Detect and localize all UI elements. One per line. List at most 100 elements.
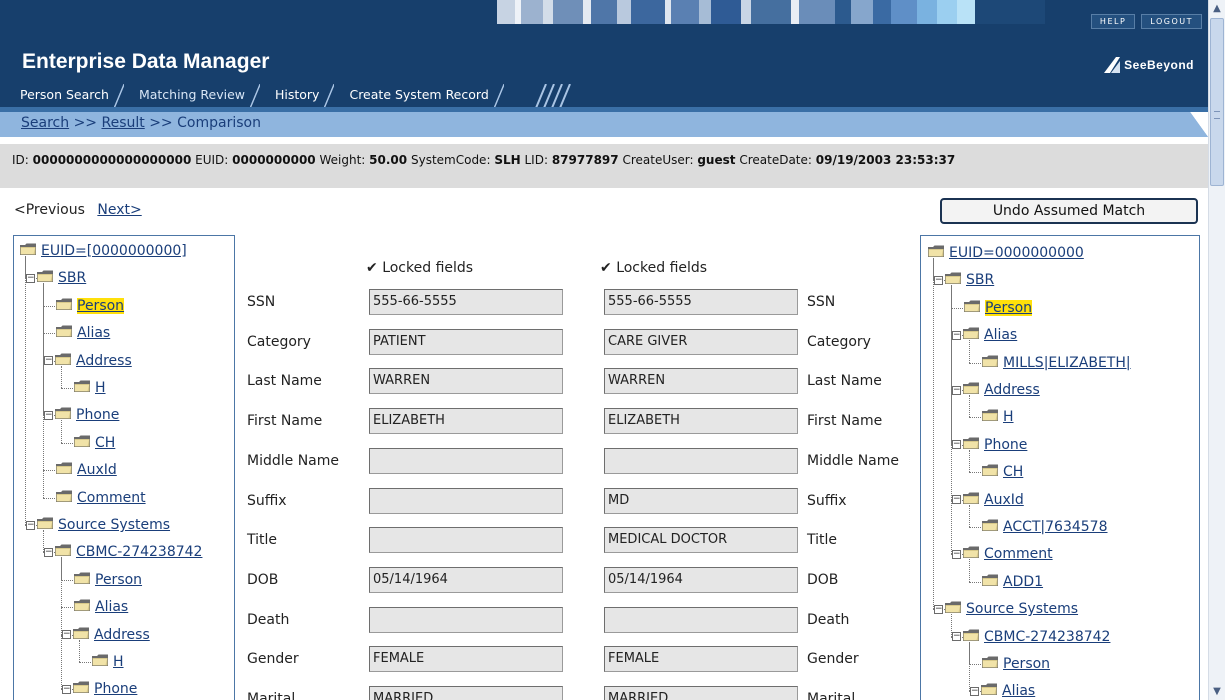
right-marital-field[interactable]: MARRIED — [604, 686, 798, 700]
tree-node-label[interactable]: Alias — [77, 325, 110, 341]
left-last-name-field[interactable]: WARREN — [369, 368, 563, 395]
left-marital-field[interactable]: MARRIED — [369, 686, 563, 700]
tree-node[interactable]: − Source Systems — [26, 514, 170, 536]
help-link[interactable]: HELP — [1090, 14, 1136, 29]
collapse-icon[interactable]: − — [952, 632, 961, 642]
left-suffix-field[interactable] — [369, 487, 563, 514]
left-category-field[interactable]: PATIENT — [369, 328, 563, 355]
tree-node-label[interactable]: AuxId — [77, 462, 117, 478]
right-last-name-field[interactable]: WARREN — [604, 368, 798, 395]
tree-node[interactable]: H — [981, 406, 1014, 428]
right-suffix-field[interactable]: MD — [604, 487, 798, 514]
tree-node[interactable]: ADD1 — [981, 571, 1043, 593]
tree-node-label[interactable]: Alias — [95, 599, 128, 615]
tree-node-label[interactable]: SBR — [966, 272, 994, 288]
next-link[interactable]: Next> — [97, 202, 141, 218]
breadcrumb-search-link[interactable]: Search — [21, 115, 69, 131]
tree-node[interactable]: − AuxId — [952, 489, 1024, 511]
right-ssn-field[interactable]: 555-66-5555 — [604, 289, 798, 315]
tree-node-label[interactable]: Address — [94, 627, 150, 643]
right-dob-field[interactable]: 05/14/1964 — [604, 566, 798, 593]
tree-node[interactable]: − SBR — [26, 267, 86, 289]
tree-node[interactable]: Person — [963, 297, 1033, 319]
left-title-field[interactable] — [369, 527, 563, 554]
tree-node[interactable]: − Address — [44, 350, 132, 372]
tree-node-label[interactable]: EUID=0000000000 — [949, 245, 1084, 261]
tree-node-label[interactable]: Comment — [984, 546, 1053, 562]
tree-node[interactable]: Person — [981, 653, 1050, 675]
tree-node[interactable]: CH — [73, 432, 115, 454]
tab-person-search[interactable]: Person Search — [0, 84, 124, 108]
logout-link[interactable]: LOGOUT — [1141, 14, 1202, 29]
tree-node[interactable]: − CBMC-274238742 — [952, 626, 1110, 648]
collapse-icon[interactable]: − — [26, 273, 35, 283]
tree-node[interactable]: − SBR — [934, 269, 994, 291]
tree-node[interactable]: − Alias — [970, 680, 1035, 700]
left-gender-field[interactable]: FEMALE — [369, 646, 563, 673]
collapse-icon[interactable]: − — [44, 410, 53, 420]
tree-node-label[interactable]: Phone — [94, 681, 137, 697]
collapse-icon[interactable]: − — [952, 549, 961, 559]
left-middle-name-field[interactable] — [369, 447, 563, 474]
tree-node-label[interactable]: Alias — [1002, 683, 1035, 699]
right-first-name-field[interactable]: ELIZABETH — [604, 408, 798, 435]
tree-node[interactable]: − Phone — [62, 678, 137, 700]
left-dob-field[interactable]: 05/14/1964 — [369, 566, 563, 593]
tree-node-label[interactable]: H — [113, 654, 124, 670]
breadcrumb-result-link[interactable]: Result — [101, 115, 144, 131]
tree-node-label[interactable]: AuxId — [984, 492, 1024, 508]
undo-assumed-match-button[interactable]: Undo Assumed Match — [940, 198, 1198, 224]
collapse-icon[interactable]: − — [44, 547, 53, 557]
previous-link[interactable]: <Previous — [14, 202, 85, 218]
tree-node[interactable]: H — [73, 377, 106, 399]
tree-node[interactable]: EUID=[0000000000] — [19, 240, 187, 262]
page-scrollbar[interactable]: ▲ ▼ — [1208, 0, 1225, 700]
tree-node-label[interactable]: Address — [984, 382, 1040, 398]
tree-node-label[interactable]: Phone — [76, 407, 119, 423]
tree-node[interactable]: − Comment — [952, 543, 1053, 565]
tree-node-label[interactable]: H — [1003, 409, 1014, 425]
tree-node[interactable]: Person — [55, 295, 125, 317]
right-gender-field[interactable]: FEMALE — [604, 646, 798, 673]
collapse-icon[interactable]: − — [952, 385, 961, 395]
collapse-icon[interactable]: − — [62, 630, 71, 640]
tree-node-label[interactable]: Person — [985, 299, 1033, 316]
scroll-up-arrow-icon[interactable]: ▲ — [1209, 0, 1225, 17]
tree-node-label[interactable]: Person — [95, 572, 142, 588]
tree-node[interactable]: H — [91, 651, 124, 673]
left-ssn-field[interactable]: 555-66-5555 — [369, 289, 563, 315]
collapse-icon[interactable]: − — [26, 520, 35, 530]
collapse-icon[interactable]: − — [62, 684, 71, 694]
tab-matching-review[interactable]: Matching Review — [119, 84, 261, 108]
tree-node-label[interactable]: Person — [77, 297, 125, 314]
right-category-field[interactable]: CARE GIVER — [604, 328, 798, 355]
tree-node[interactable]: AuxId — [55, 459, 117, 481]
tree-node-label[interactable]: ACCT|7634578 — [1003, 519, 1108, 535]
tree-node[interactable]: MILLS|ELIZABETH| — [981, 352, 1131, 374]
tree-node-label[interactable]: SBR — [58, 270, 86, 286]
tree-node-label[interactable]: Comment — [77, 490, 146, 506]
collapse-icon[interactable]: − — [970, 686, 979, 696]
tree-node-label[interactable]: Alias — [984, 327, 1017, 343]
collapse-icon[interactable]: − — [952, 495, 961, 505]
tree-node-label[interactable]: Address — [76, 353, 132, 369]
tree-node-label[interactable]: H — [95, 380, 106, 396]
tree-node[interactable]: − Source Systems — [934, 598, 1078, 620]
tree-node[interactable]: ACCT|7634578 — [981, 516, 1108, 538]
tree-node[interactable]: Alias — [55, 322, 110, 344]
tree-node-label[interactable]: MILLS|ELIZABETH| — [1003, 355, 1131, 371]
right-death-field[interactable] — [604, 606, 798, 633]
tree-node-label[interactable]: ADD1 — [1003, 574, 1043, 590]
tree-node[interactable]: − Phone — [44, 404, 119, 426]
scrollbar-thumb[interactable] — [1210, 18, 1224, 186]
tree-node-label[interactable]: Source Systems — [58, 517, 170, 533]
tree-node[interactable]: Person — [73, 569, 142, 591]
tree-node[interactable]: − Alias — [952, 324, 1017, 346]
tree-node-label[interactable]: Source Systems — [966, 601, 1078, 617]
right-title-field[interactable]: MEDICAL DOCTOR — [604, 527, 798, 554]
collapse-icon[interactable]: − — [934, 604, 943, 614]
tab-history[interactable]: History — [255, 84, 335, 108]
tree-node[interactable]: Comment — [55, 487, 146, 509]
scroll-down-arrow-icon[interactable]: ▼ — [1209, 683, 1225, 700]
tree-node-label[interactable]: CBMC-274238742 — [76, 544, 202, 560]
